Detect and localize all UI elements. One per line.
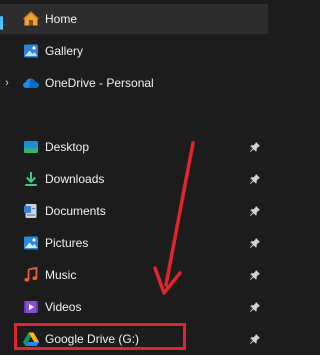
expand-chevron-icon[interactable]: ›: [2, 68, 12, 98]
pin-icon[interactable]: [249, 301, 261, 313]
home-icon: [22, 10, 40, 28]
nav-item-label: Home: [45, 12, 78, 26]
videos-icon: [22, 298, 40, 316]
annotation-highlight-box: [14, 323, 186, 350]
pin-icon[interactable]: [249, 173, 261, 185]
nav-item-label: Downloads: [45, 172, 105, 186]
nav-item-pictures[interactable]: Pictures: [0, 228, 268, 258]
onedrive-cloud-icon: [22, 74, 40, 92]
nav-item-onedrive[interactable]: › OneDrive - Personal: [0, 68, 268, 98]
nav-item-desktop[interactable]: Desktop: [0, 132, 268, 162]
nav-item-gallery[interactable]: Gallery: [0, 36, 268, 66]
nav-item-home[interactable]: Home: [0, 4, 268, 34]
pin-icon[interactable]: [249, 333, 261, 345]
music-icon: [22, 266, 40, 284]
desktop-icon: [22, 138, 40, 156]
section-divider: [0, 116, 268, 117]
pin-icon[interactable]: [249, 141, 261, 153]
nav-item-label: Documents: [45, 204, 106, 218]
nav-item-label: Videos: [45, 300, 82, 314]
downloads-icon: [22, 170, 40, 188]
pin-icon[interactable]: [249, 237, 261, 249]
navigation-pane: Home Gallery › OneDrive - Personal Deskt…: [0, 0, 268, 355]
nav-item-documents[interactable]: Documents: [0, 196, 268, 226]
nav-item-downloads[interactable]: Downloads: [0, 164, 268, 194]
nav-item-label: Pictures: [45, 236, 89, 250]
nav-item-label: Gallery: [45, 44, 84, 58]
nav-item-label: Music: [45, 268, 77, 282]
pin-icon[interactable]: [249, 205, 261, 217]
nav-item-label: Desktop: [45, 140, 90, 154]
gallery-icon: [22, 42, 40, 60]
pin-icon[interactable]: [249, 269, 261, 281]
nav-item-music[interactable]: Music: [0, 260, 268, 290]
nav-item-videos[interactable]: Videos: [0, 292, 268, 322]
selection-indicator: [0, 16, 3, 30]
nav-item-label: OneDrive - Personal: [45, 76, 154, 90]
pictures-icon: [22, 234, 40, 252]
documents-icon: [22, 202, 40, 220]
